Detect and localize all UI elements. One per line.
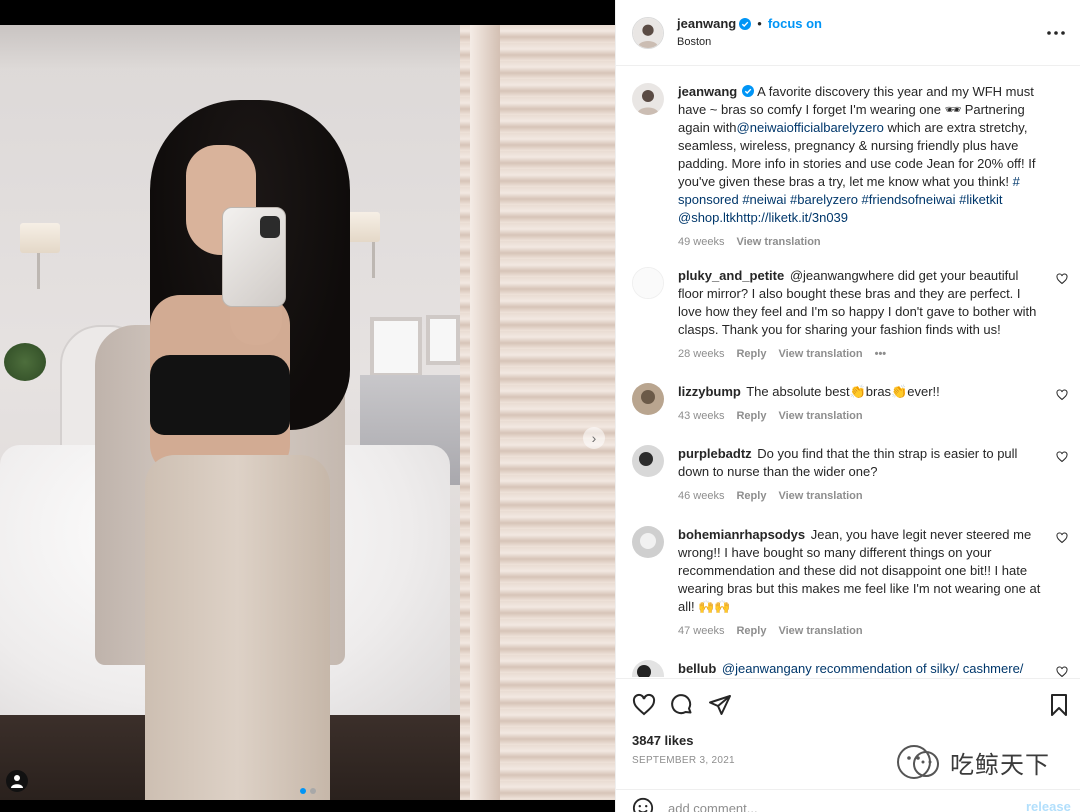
verified-badge-icon [742,85,755,97]
photo-phone-camera [260,216,280,238]
reply-button[interactable]: Reply [736,622,766,640]
likes-count[interactable]: 3847 likes [632,733,693,748]
commenter-avatar[interactable] [632,526,664,558]
comment-like-heart-icon[interactable] [1056,389,1068,401]
person-tag-button[interactable] [6,770,28,792]
author-username[interactable]: jeanwang [677,16,736,31]
comment-icon[interactable] [670,693,694,717]
person-tag-icon [11,775,23,788]
comment-like-heart-icon[interactable] [1056,532,1068,544]
emoji-icon[interactable] [632,797,654,812]
commenter-username[interactable]: bohemianrhapsodys [678,527,805,542]
post-date[interactable]: SEPTEMBER 3, 2021 [632,755,735,766]
view-translation-link[interactable]: View translation [778,622,862,640]
caption-link[interactable]: @shop.ltkhttp://liketk.it/3n039 [678,210,848,225]
author-avatar[interactable] [632,83,664,115]
photo-lamp-arm [372,242,375,278]
comment-like-heart-icon[interactable] [1056,451,1068,463]
commenter-avatar[interactable] [632,383,664,415]
commenter-avatar[interactable] [632,445,664,477]
carousel-indicator [300,788,316,794]
verified-badge-icon [739,17,752,30]
view-translation-link[interactable]: View translation [736,233,820,251]
photo-person-pants [145,455,330,800]
header-separator: • [757,16,762,31]
photo-phone [222,207,286,307]
photo-wall-frame [426,315,460,365]
carousel-dot [310,788,316,794]
comment-timestamp[interactable]: 46 weeks [678,487,724,505]
more-dots-icon[interactable] [1044,25,1068,41]
comment-options-button[interactable]: ••• [875,345,887,363]
bookmark-icon[interactable] [1047,693,1071,717]
caption-username[interactable]: jeanwang [678,84,737,99]
comment-like-heart-icon[interactable] [1056,273,1068,285]
photo-wall-frame [370,317,422,377]
comment-meta: 47 weeks Reply View translation [678,622,1046,640]
reply-button[interactable]: Reply [736,345,766,363]
carousel-dot [300,788,306,794]
commenter-avatar[interactable] [632,267,664,299]
commenter-username[interactable]: bellub [678,661,716,676]
photo-person-top [150,355,290,435]
photo-plant [4,343,46,381]
comment-body: bohemianrhapsodys Jean, you have legit n… [678,526,1046,640]
photo-lamp [20,223,60,253]
comment-body: lizzybump The absolute best👏bras👏ever!! … [678,383,1046,425]
follow-button[interactable]: focus on [768,16,822,31]
add-comment-row: release [616,789,1080,812]
commenter-username[interactable]: purplebadtz [678,446,752,461]
watermark-text: 吃鲸天下 [950,750,1050,779]
reply-button[interactable]: Reply [736,487,766,505]
watermark: 吃鲸天下 [896,742,1050,782]
paper-plane-icon[interactable] [708,693,732,717]
comment-body: bellub @jeanwangany recommendation of si… [678,660,1046,677]
view-translation-link[interactable]: View translation [778,487,862,505]
heart-icon[interactable] [632,693,656,717]
caption-mention[interactable]: @neiwaiofficialbarelyzero [737,120,884,135]
author-avatar[interactable] [632,17,664,49]
comment-text: @jeanwangany recommendation of silky/ ca… [721,661,1024,676]
comment-input[interactable] [668,798,998,812]
comment-like-heart-icon[interactable] [1056,666,1068,677]
post-media[interactable]: › [0,0,615,812]
post-photo[interactable]: › [0,25,615,800]
caption-timestamp[interactable]: 49 weeks [678,233,724,251]
comment-meta: 46 weeks Reply View translation [678,487,1046,505]
comment-timestamp[interactable]: 47 weeks [678,622,724,640]
author-line: jeanwang • focus on [677,16,822,31]
comment-text: The absolute best👏bras👏ever!! [746,384,940,399]
comment-body: pluky_and_petite @jeanwangwhere did get … [678,267,1046,363]
photo-lamp-arm [37,253,40,289]
post-comment-button[interactable]: release [1026,799,1071,812]
comment-meta: 43 weeks Reply View translation [678,407,1046,425]
commenter-avatar[interactable] [632,660,664,677]
post-header: jeanwang • focus on Boston [616,0,1080,66]
caption-body: jeanwang A favorite discovery this year … [678,83,1046,251]
commenter-username[interactable]: lizzybump [678,384,741,399]
photo-mirror-edge [470,25,500,800]
post-details-panel: jeanwang • focus on Boston jeanwang A fa… [615,0,1080,812]
view-translation-link[interactable]: View translation [778,345,862,363]
comments-list[interactable]: jeanwang A favorite discovery this year … [616,67,1080,677]
comment-timestamp[interactable]: 28 weeks [678,345,724,363]
post-location[interactable]: Boston [677,36,711,48]
comment-timestamp[interactable]: 43 weeks [678,407,724,425]
comment-meta: 28 weeks Reply View translation ••• [678,345,1046,363]
media-bottom-letterbox [0,800,615,812]
comment-body: purplebadtz Do you find that the thin st… [678,445,1046,505]
watermark-logo [897,745,939,779]
commenter-username[interactable]: pluky_and_petite [678,268,784,283]
media-top-letterbox [0,0,615,25]
carousel-next-button[interactable]: › [583,427,605,449]
photo-ceiling [0,25,470,70]
view-translation-link[interactable]: View translation [778,407,862,425]
caption-meta: 49 weeks View translation [678,233,1046,251]
reply-button[interactable]: Reply [736,407,766,425]
